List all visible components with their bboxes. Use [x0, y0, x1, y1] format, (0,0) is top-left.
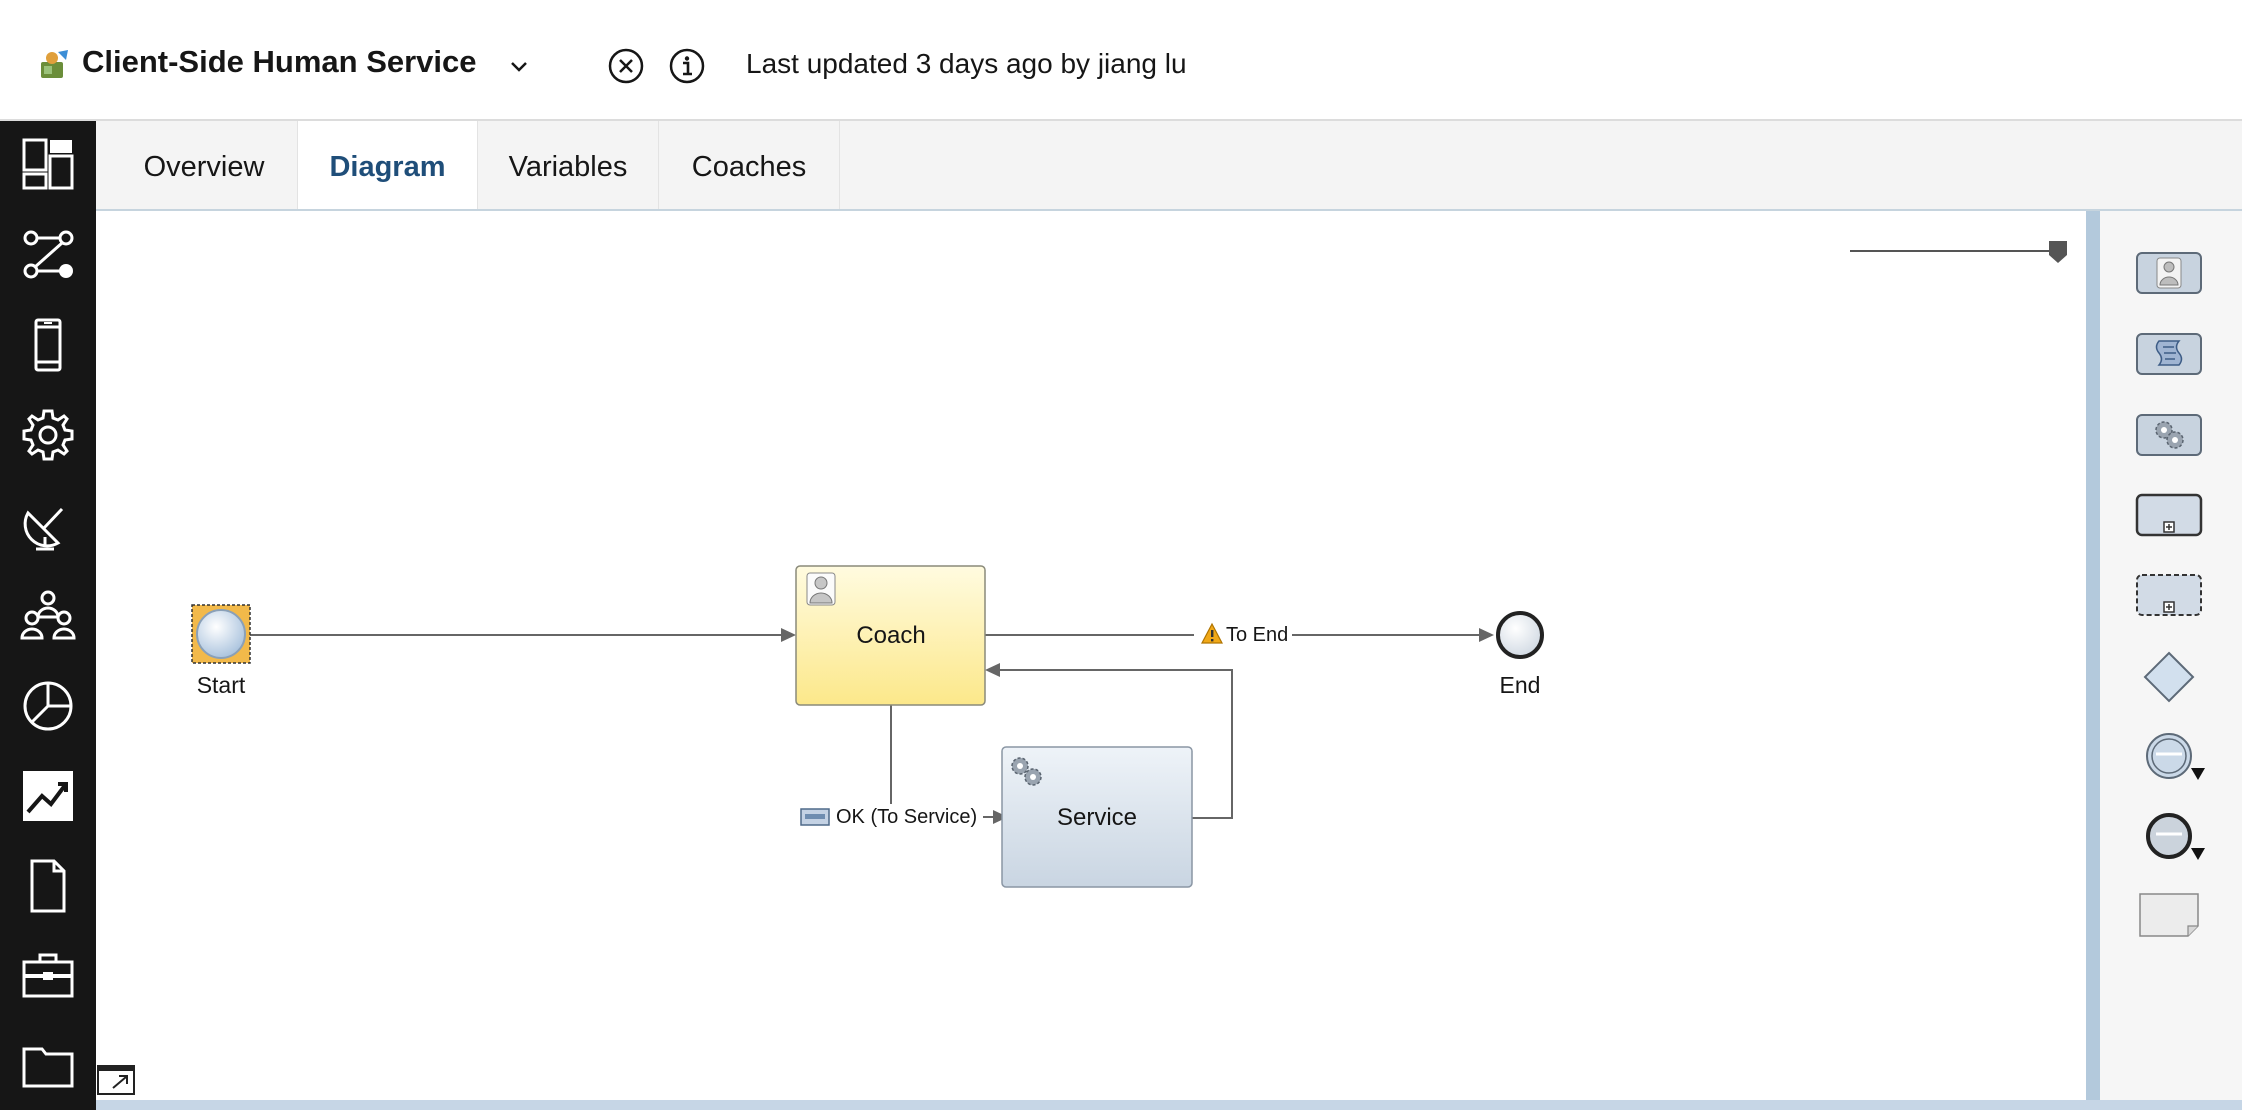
- document-icon[interactable]: [18, 856, 78, 916]
- page-title: Client-Side Human Service: [82, 44, 477, 79]
- tab-bar: Overview Diagram Variables Coaches: [96, 121, 2242, 211]
- tab-coaches[interactable]: Coaches: [659, 121, 839, 209]
- left-nav-rail: [0, 121, 96, 1110]
- subprocess-icon[interactable]: [2134, 490, 2208, 544]
- process-flow-icon[interactable]: [18, 225, 78, 285]
- start-event[interactable]: [191, 604, 251, 664]
- info-icon[interactable]: [667, 46, 707, 86]
- user-task-icon: [806, 572, 836, 606]
- intermediate-event-icon[interactable]: [2134, 730, 2208, 784]
- tab-divider: [839, 121, 840, 209]
- end-event[interactable]: [1496, 611, 1544, 659]
- user-task-icon[interactable]: [2134, 248, 2208, 302]
- zoom-slider[interactable]: [1850, 241, 2067, 263]
- folder-icon[interactable]: [18, 1036, 78, 1096]
- script-task-icon[interactable]: [2134, 329, 2208, 383]
- horizontal-scrollbar[interactable]: [96, 1100, 2242, 1110]
- note-icon[interactable]: [2134, 890, 2208, 944]
- pie-chart-icon[interactable]: [18, 676, 78, 736]
- flow-start-to-coach[interactable]: [250, 628, 796, 642]
- expand-overview-icon[interactable]: [97, 1065, 135, 1095]
- flow-label-to-end: To End: [1226, 624, 1288, 646]
- team-icon[interactable]: [18, 585, 78, 645]
- app-header: Client-Side Human Service Last updated 3…: [0, 0, 2242, 121]
- close-icon[interactable]: [606, 46, 646, 86]
- diagram-palette: [2100, 211, 2242, 1100]
- gateway-icon[interactable]: [2134, 650, 2208, 704]
- end-event-icon[interactable]: [2134, 810, 2208, 864]
- tab-diagram[interactable]: Diagram: [297, 121, 478, 209]
- service-task-label: Service: [1057, 804, 1137, 831]
- chevron-down-icon[interactable]: [505, 52, 533, 80]
- coach-task-label: Coach: [856, 622, 925, 649]
- service-task-icon[interactable]: [2134, 410, 2208, 464]
- tab-overview[interactable]: Overview: [116, 121, 292, 209]
- toolbox-icon[interactable]: [18, 946, 78, 1006]
- satellite-dish-icon[interactable]: [18, 495, 78, 555]
- client-side-human-service-icon: [41, 50, 68, 78]
- gear-icon[interactable]: [18, 405, 78, 465]
- tab-variables[interactable]: Variables: [478, 121, 658, 209]
- canvas-palette-splitter[interactable]: [2086, 211, 2100, 1100]
- trend-chart-icon[interactable]: [18, 766, 78, 826]
- dashboard-icon[interactable]: [18, 134, 78, 194]
- event-subprocess-icon[interactable]: [2134, 570, 2208, 624]
- last-updated-text: Last updated 3 days ago by jiang lu: [746, 48, 1187, 79]
- mobile-device-icon[interactable]: [18, 315, 78, 375]
- flow-label-ok-to-service: OK (To Service): [836, 806, 977, 828]
- diagram-canvas[interactable]: To End OK (To Service) Start Coach Servi…: [96, 211, 2086, 1100]
- message-icon: [800, 808, 830, 826]
- start-event-label: Start: [197, 672, 246, 698]
- end-event-label: End: [1500, 672, 1541, 698]
